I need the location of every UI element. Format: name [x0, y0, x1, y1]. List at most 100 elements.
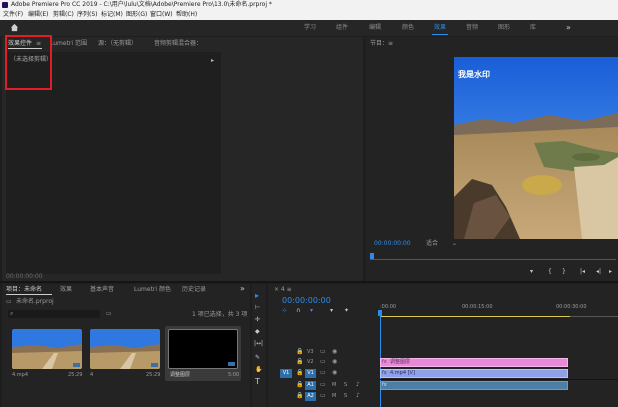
solo-icon[interactable]: S — [344, 392, 347, 400]
tab-program[interactable]: 节目：≡ — [370, 40, 393, 48]
program-fit-dropdown[interactable]: 适合 — [426, 240, 438, 248]
track-header-v2: 🔒 V2 ▭ ◉ — [268, 358, 378, 367]
workspace-edit[interactable]: 编辑 — [369, 20, 381, 36]
tab-history[interactable]: 历史记录 — [182, 286, 206, 294]
workspace-more-button[interactable]: » — [566, 20, 571, 36]
tab-audio-clip-mixer[interactable]: 音频剪辑混合器： — [154, 40, 202, 48]
track-select-tool-icon[interactable]: ⊢ — [255, 304, 260, 312]
ripple-edit-tool-icon[interactable]: ✢ — [255, 316, 260, 324]
track-header-v3: 🔒 V3 ▭ ◉ — [268, 348, 378, 357]
tab-project[interactable]: 项目：未命名 — [6, 286, 42, 294]
adjustment-layer-icon — [228, 362, 235, 366]
workspace-color[interactable]: 颜色 — [402, 20, 414, 36]
lock-icon[interactable]: 🔒 — [296, 369, 303, 377]
program-scrubber-track[interactable] — [370, 259, 616, 260]
tab-effects[interactable]: 效果 — [60, 286, 72, 294]
lock-icon[interactable]: 🔒 — [296, 358, 303, 366]
track-label: V2 — [307, 359, 314, 365]
hand-tool-icon[interactable]: ✋ — [255, 366, 262, 374]
menu-file[interactable]: 文件(F) — [3, 10, 23, 20]
play-icon[interactable]: ▸ — [609, 268, 612, 276]
menu-clip[interactable]: 剪辑(C) — [53, 10, 74, 20]
menu-help[interactable]: 帮助(H) — [176, 10, 197, 20]
menu-graphics[interactable]: 图形(G) — [126, 10, 147, 20]
lock-icon[interactable]: 🔒 — [296, 381, 303, 389]
home-icon[interactable] — [10, 23, 19, 32]
menu-marker[interactable]: 标记(M) — [101, 10, 123, 20]
source-patch-v1[interactable]: V1 — [280, 369, 292, 378]
tab-lumetri-color[interactable]: Lumetri 颜色 — [134, 286, 171, 294]
program-timecode: 00:00:00:00 — [374, 240, 411, 247]
tab-essential-sound[interactable]: 基本声音 — [90, 286, 114, 294]
panel-more-button[interactable]: » — [240, 285, 245, 293]
project-panel: 项目：未命名 效果 基本声音 Lumetri 颜色 历史记录 » ▭ 未命名.p… — [2, 284, 250, 407]
selection-tool-icon[interactable]: ▸ — [255, 292, 259, 300]
timeline-clip-audio[interactable]: fx — [380, 381, 568, 390]
solo-icon[interactable]: S — [344, 381, 347, 389]
add-marker-icon[interactable]: ▾ — [310, 307, 313, 315]
track-label[interactable]: V1 — [305, 369, 316, 378]
active-tab-underline — [6, 294, 52, 295]
mute-icon[interactable]: M — [332, 381, 336, 389]
work-area-bar[interactable] — [380, 316, 570, 317]
eye-icon[interactable]: ◉ — [332, 369, 337, 377]
workspace-learn[interactable]: 学习 — [304, 20, 316, 36]
workspace-assembly[interactable]: 组件 — [336, 20, 348, 36]
linked-selection-icon[interactable]: ∩ — [296, 307, 300, 315]
timeline-clip-video[interactable]: fx 4.mp4 [V] — [380, 369, 568, 378]
active-workspace-underline — [432, 34, 448, 35]
microphone-icon[interactable]: ♪ — [356, 392, 360, 400]
tab-sequence[interactable]: × 4 ≡ — [274, 286, 292, 294]
workspace-bar: 学习 组件 编辑 颜色 效果 音频 图形 库 » — [0, 20, 618, 36]
pen-tool-icon[interactable]: ✎ — [255, 354, 260, 362]
track-header-a2: 🔒 A2 ▭ M S ♪ — [268, 392, 378, 401]
window-title: Adobe Premiere Pro CC 2019 - C:\用户\lulu\… — [11, 1, 272, 8]
sync-icon[interactable]: ▭ — [320, 358, 326, 366]
snap-icon[interactable]: ⊹ — [282, 307, 287, 315]
sync-icon[interactable]: ▭ — [320, 369, 326, 377]
wrench-icon[interactable]: ✦ — [344, 307, 349, 315]
project-item-duration: 25:29 — [68, 372, 83, 378]
microphone-icon[interactable]: ♪ — [356, 381, 360, 389]
project-item-thumbnail[interactable] — [12, 329, 82, 369]
mark-out-icon[interactable]: } — [562, 268, 566, 276]
play-triangle-icon[interactable]: ▸ — [211, 57, 214, 65]
timeline-timecode: 00:00:00:00 — [282, 296, 331, 305]
slip-tool-icon[interactable]: |↔| — [254, 340, 263, 348]
source-timecode: 00:00:00:00 — [6, 273, 43, 280]
playhead-marker-icon[interactable] — [370, 253, 374, 259]
sync-icon[interactable]: ▭ — [320, 348, 326, 356]
clip-type-icon — [73, 363, 80, 367]
sync-icon[interactable]: ▭ — [320, 392, 326, 400]
project-search-input[interactable] — [8, 310, 100, 318]
tab-source[interactable]: 源：（无剪辑） — [98, 40, 137, 48]
project-item-thumbnail[interactable] — [90, 329, 160, 369]
sync-icon[interactable]: ▭ — [320, 381, 326, 389]
workspace-graphics[interactable]: 图形 — [498, 20, 510, 36]
workspace-audio[interactable]: 音频 — [466, 20, 478, 36]
menu-edit[interactable]: 编辑(E) — [28, 10, 48, 20]
go-to-in-icon[interactable]: |◂ — [580, 268, 585, 276]
chevron-down-icon[interactable]: ⌄ — [452, 240, 457, 248]
add-marker-icon[interactable]: ▾ — [530, 268, 533, 276]
timeline-clip-adjustment-layer[interactable]: fx 调整图层 — [380, 358, 568, 367]
tab-lumetri-scopes[interactable]: Lumetri 范围 — [50, 40, 87, 48]
lock-icon[interactable]: 🔒 — [296, 392, 303, 400]
bin-icon[interactable]: ▭ — [106, 310, 112, 318]
step-back-icon[interactable]: ◂| — [596, 268, 601, 276]
marker-icon[interactable]: ▾ — [330, 307, 333, 315]
lock-icon[interactable]: 🔒 — [296, 348, 303, 356]
project-item-duration: 5:00 — [228, 372, 240, 378]
project-item-thumbnail[interactable] — [168, 329, 238, 369]
track-label[interactable]: A1 — [305, 381, 316, 390]
mark-in-icon[interactable]: { — [548, 268, 552, 276]
menu-window[interactable]: 窗口(W) — [150, 10, 173, 20]
workspace-libraries[interactable]: 库 — [530, 20, 536, 36]
eye-icon[interactable]: ◉ — [332, 348, 337, 356]
razor-tool-icon[interactable]: ◆ — [255, 328, 260, 336]
type-tool-icon[interactable]: T — [255, 378, 260, 386]
eye-icon[interactable]: ◉ — [332, 358, 337, 366]
menu-sequence[interactable]: 序列(S) — [77, 10, 98, 20]
mute-icon[interactable]: M — [332, 392, 336, 400]
track-label[interactable]: A2 — [305, 392, 316, 401]
